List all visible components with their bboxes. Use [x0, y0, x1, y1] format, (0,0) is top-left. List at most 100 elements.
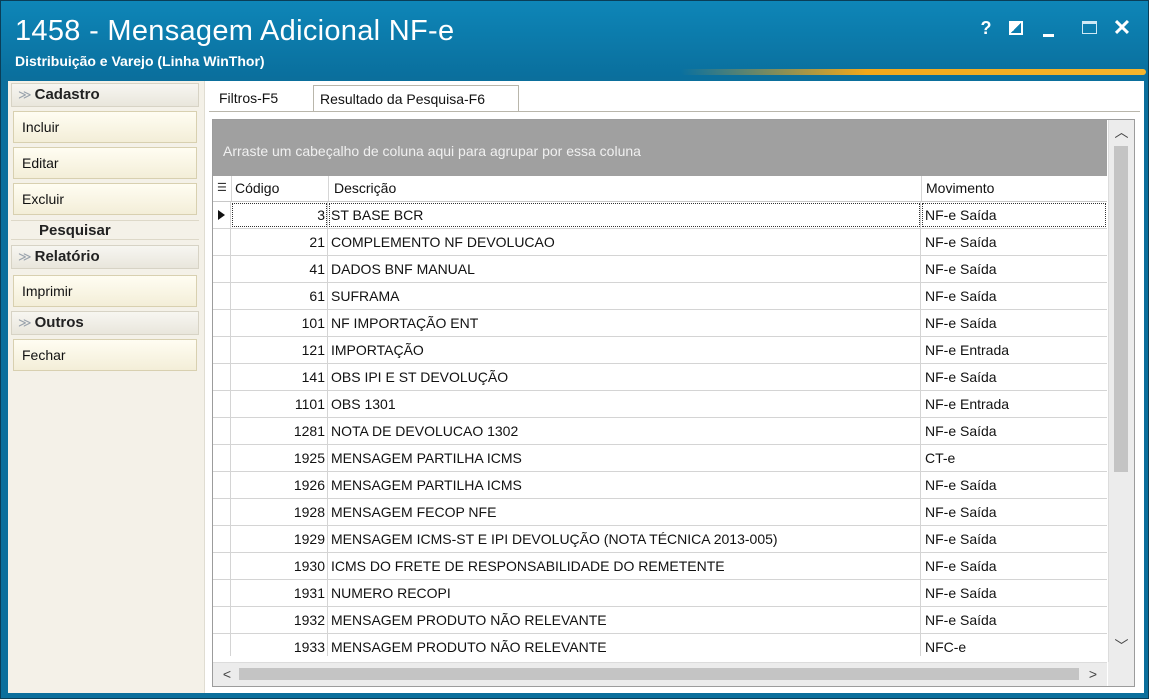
cell-movimento[interactable]: NF-e Saída — [921, 310, 1107, 336]
cell-codigo[interactable]: 101 — [231, 310, 328, 336]
cell-descricao[interactable]: ICMS DO FRETE DE RESPONSABILIDADE DO REM… — [328, 553, 921, 579]
scroll-up-icon[interactable]: ︿ — [1109, 120, 1134, 144]
cell-movimento[interactable]: CT-e — [921, 445, 1107, 471]
horizontal-scrollbar[interactable]: < > — [213, 662, 1107, 686]
group-header-cadastro[interactable]: ≫ Cadastro — [11, 83, 199, 107]
cell-codigo[interactable]: 121 — [231, 337, 328, 363]
group-by-panel[interactable]: Arraste um cabeçalho de coluna aqui para… — [213, 120, 1107, 176]
cell-codigo[interactable]: 1926 — [231, 472, 328, 498]
cell-descricao[interactable]: IMPORTAÇÃO — [328, 337, 921, 363]
row-indicator[interactable] — [213, 499, 231, 525]
group-header-outros[interactable]: ≫ Outros — [11, 311, 199, 335]
help-button[interactable]: ? — [977, 15, 995, 41]
column-chooser-icon[interactable]: ☰ — [217, 176, 229, 201]
table-row[interactable]: 1930 ICMS DO FRETE DE RESPONSABILIDADE DO… — [213, 553, 1107, 580]
cell-codigo[interactable]: 21 — [231, 229, 328, 255]
scroll-left-icon[interactable]: < — [215, 663, 239, 685]
table-row[interactable]: 3 ST BASE BCR NF-e Saída — [213, 202, 1107, 229]
scroll-right-icon[interactable]: > — [1081, 663, 1105, 685]
row-indicator[interactable] — [213, 391, 231, 417]
cell-codigo[interactable]: 61 — [231, 283, 328, 309]
table-row[interactable]: 141 OBS IPI E ST DEVOLUÇÃO NF-e Saída — [213, 364, 1107, 391]
cell-codigo[interactable]: 1929 — [231, 526, 328, 552]
table-row[interactable]: 121 IMPORTAÇÃO NF-e Entrada — [213, 337, 1107, 364]
maximize-button[interactable] — [1079, 15, 1101, 41]
row-indicator[interactable] — [213, 229, 231, 255]
minimize-button[interactable] — [1041, 15, 1057, 41]
horizontal-scroll-thumb[interactable] — [239, 668, 1079, 680]
restore-button[interactable] — [1007, 15, 1027, 41]
row-indicator[interactable] — [213, 337, 231, 363]
cell-descricao[interactable]: OBS 1301 — [328, 391, 921, 417]
cell-movimento[interactable]: NF-e Saída — [921, 256, 1107, 282]
cell-movimento[interactable]: NF-e Saída — [921, 364, 1107, 390]
cell-descricao[interactable]: MENSAGEM PARTILHA ICMS — [328, 472, 921, 498]
cell-descricao[interactable]: COMPLEMENTO NF DEVOLUCAO — [328, 229, 921, 255]
row-indicator[interactable] — [213, 607, 231, 633]
cell-movimento[interactable]: NF-e Saída — [921, 499, 1107, 525]
cell-movimento[interactable]: NF-e Saída — [921, 580, 1107, 606]
row-indicator[interactable] — [213, 310, 231, 336]
cell-codigo[interactable]: 1101 — [231, 391, 328, 417]
table-row[interactable]: 1931 NUMERO RECOPI NF-e Saída — [213, 580, 1107, 607]
cell-codigo[interactable]: 1281 — [231, 418, 328, 444]
table-row[interactable]: 61 SUFRAMA NF-e Saída — [213, 283, 1107, 310]
row-indicator[interactable] — [213, 634, 231, 656]
row-indicator[interactable] — [213, 472, 231, 498]
cell-movimento[interactable]: NF-e Saída — [921, 418, 1107, 444]
table-row[interactable]: 1933 MENSAGEM PRODUTO NÃO RELEVANTE NFC-e — [213, 634, 1107, 656]
column-header-descricao[interactable]: Descrição — [334, 176, 396, 201]
table-row[interactable]: 1281 NOTA DE DEVOLUCAO 1302 NF-e Saída — [213, 418, 1107, 445]
column-header-movimento[interactable]: Movimento — [926, 176, 994, 201]
incluir-button[interactable]: Incluir — [13, 111, 197, 143]
fechar-button[interactable]: Fechar — [13, 339, 197, 371]
table-row[interactable]: 41 DADOS BNF MANUAL NF-e Saída — [213, 256, 1107, 283]
cell-descricao[interactable]: NF IMPORTAÇÃO ENT — [328, 310, 921, 336]
cell-codigo[interactable]: 1928 — [231, 499, 328, 525]
cell-descricao[interactable]: MENSAGEM PARTILHA ICMS — [328, 445, 921, 471]
vertical-scrollbar[interactable]: ︿ ﹀ — [1108, 120, 1134, 662]
pesquisar-section[interactable]: Pesquisar — [11, 220, 199, 240]
table-row[interactable]: 1932 MENSAGEM PRODUTO NÃO RELEVANTE NF-e S… — [213, 607, 1107, 634]
cell-descricao[interactable]: MENSAGEM FECOP NFE — [328, 499, 921, 525]
cell-movimento[interactable]: NF-e Saída — [921, 526, 1107, 552]
cell-movimento[interactable]: NF-e Saída — [921, 202, 1107, 228]
cell-descricao[interactable]: MENSAGEM ICMS-ST E IPI DEVOLUÇÃO (NOTA T… — [328, 526, 921, 552]
title-bar[interactable]: 1458 - Mensagem Adicional NF-e Distribui… — [1, 1, 1148, 77]
cell-movimento[interactable]: NF-e Saída — [921, 607, 1107, 633]
cell-descricao[interactable]: MENSAGEM PRODUTO NÃO RELEVANTE — [328, 634, 921, 656]
cell-movimento[interactable]: NF-e Entrada — [921, 391, 1107, 417]
cell-codigo[interactable]: 141 — [231, 364, 328, 390]
tab-resultado-pesquisa[interactable]: Resultado da Pesquisa-F6 — [313, 85, 519, 111]
cell-codigo[interactable]: 3 — [231, 202, 328, 228]
table-row[interactable]: 1928 MENSAGEM FECOP NFE NF-e Saída — [213, 499, 1107, 526]
row-indicator[interactable] — [213, 445, 231, 471]
excluir-button[interactable]: Excluir — [13, 183, 197, 215]
cell-movimento[interactable]: NF-e Saída — [921, 229, 1107, 255]
table-row[interactable]: 1101 OBS 1301 NF-e Entrada — [213, 391, 1107, 418]
table-row[interactable]: 101 NF IMPORTAÇÃO ENT NF-e Saída — [213, 310, 1107, 337]
cell-codigo[interactable]: 41 — [231, 256, 328, 282]
cell-descricao[interactable]: OBS IPI E ST DEVOLUÇÃO — [328, 364, 921, 390]
cell-movimento[interactable]: NFC-e — [921, 634, 1107, 656]
row-indicator[interactable] — [213, 418, 231, 444]
scroll-down-icon[interactable]: ﹀ — [1109, 634, 1134, 658]
tab-filtros[interactable]: Filtros-F5 — [213, 85, 305, 111]
close-button[interactable]: ✕ — [1111, 15, 1133, 41]
cell-movimento[interactable]: NF-e Saída — [921, 553, 1107, 579]
cell-movimento[interactable]: NF-e Entrada — [921, 337, 1107, 363]
row-indicator[interactable] — [213, 580, 231, 606]
group-header-relatorio[interactable]: ≫ Relatório — [11, 245, 199, 269]
imprimir-button[interactable]: Imprimir — [13, 275, 197, 307]
editar-button[interactable]: Editar — [13, 147, 197, 179]
cell-movimento[interactable]: NF-e Saída — [921, 472, 1107, 498]
cell-descricao[interactable]: NOTA DE DEVOLUCAO 1302 — [328, 418, 921, 444]
cell-codigo[interactable]: 1932 — [231, 607, 328, 633]
cell-codigo[interactable]: 1925 — [231, 445, 328, 471]
cell-codigo[interactable]: 1933 — [231, 634, 328, 656]
cell-movimento[interactable]: NF-e Saída — [921, 283, 1107, 309]
row-indicator[interactable] — [213, 256, 231, 282]
table-row[interactable]: 1925 MENSAGEM PARTILHA ICMS CT-e — [213, 445, 1107, 472]
table-row[interactable]: 21 COMPLEMENTO NF DEVOLUCAO NF-e Saída — [213, 229, 1107, 256]
row-indicator[interactable] — [213, 283, 231, 309]
